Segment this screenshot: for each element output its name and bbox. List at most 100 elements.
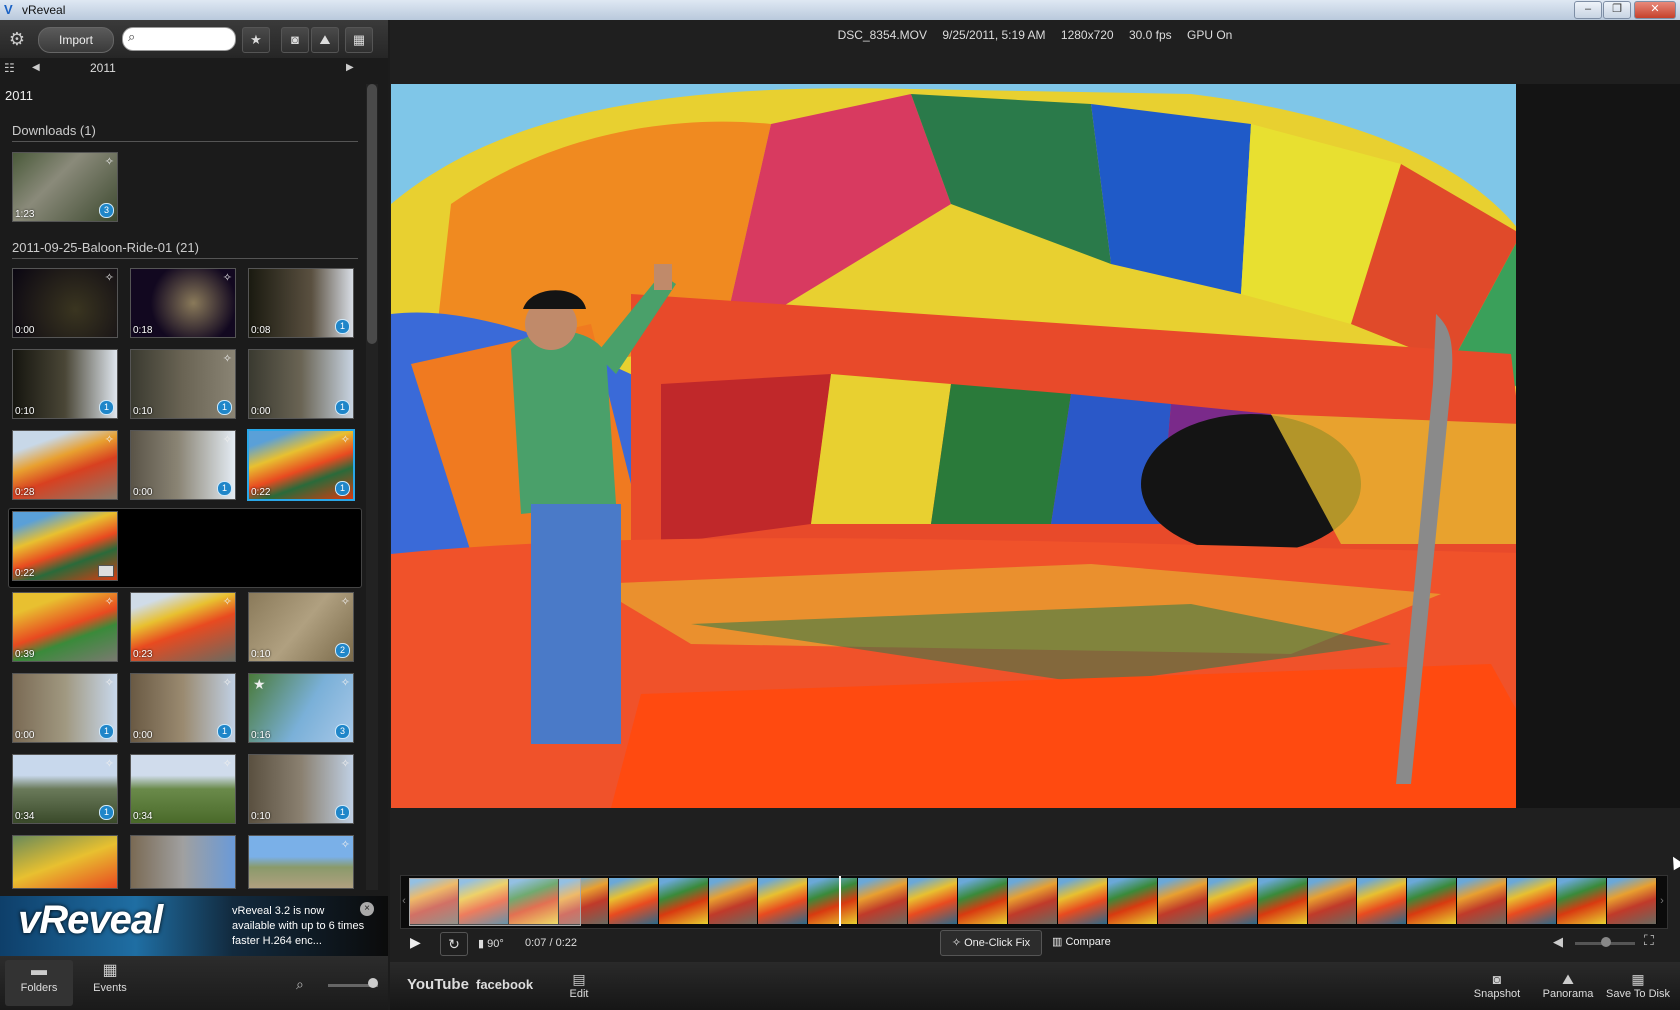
timeline-frame[interactable] <box>1457 878 1508 924</box>
timeline-selection[interactable] <box>409 878 581 926</box>
media-thumbnail[interactable] <box>130 835 236 889</box>
search-input[interactable] <box>146 29 234 49</box>
magic-wand-icon: ✧ <box>222 677 232 689</box>
clip-datetime: 9/25/2011, 5:19 AM <box>942 28 1046 42</box>
media-thumbnail[interactable]: ✧ 0:39 <box>12 592 118 662</box>
timeline-right-arrow[interactable]: › <box>1658 875 1666 927</box>
next-year-icon[interactable]: ▶ <box>346 62 354 73</box>
timeline-frame[interactable] <box>1057 878 1108 924</box>
media-thumbnail[interactable]: 0:22 <box>12 511 118 581</box>
volume-slider-handle[interactable] <box>1601 937 1611 947</box>
media-thumbnail[interactable]: ✧ 1:23 3 <box>12 152 118 222</box>
loop-button[interactable]: ↻ <box>440 932 468 956</box>
prev-year-icon[interactable]: ◀ <box>32 62 40 73</box>
folders-tab[interactable]: ▬ Folders <box>5 960 73 1006</box>
compare-button[interactable]: ▥ Compare <box>1052 930 1132 954</box>
timeline-frame[interactable] <box>758 878 809 924</box>
one-click-fix-button[interactable]: ✧ One-Click Fix <box>940 930 1042 956</box>
thumbnail-duration: 0:00 <box>133 730 153 741</box>
panorama-filter-button[interactable]: ⛰ <box>311 27 339 53</box>
save-to-disk-button[interactable]: ▦ Save To Disk <box>1606 970 1670 1000</box>
timeline-frame[interactable] <box>1257 878 1308 924</box>
timeline-frame[interactable] <box>658 878 709 924</box>
timeline-frame[interactable] <box>858 878 909 924</box>
timeline-frame[interactable] <box>1307 878 1358 924</box>
media-thumbnail[interactable]: ✧ <box>248 835 354 889</box>
media-thumbnail[interactable]: ✧ 0:00 <box>12 268 118 338</box>
timeline-frame[interactable] <box>808 878 859 924</box>
thumbnail-badge: 1 <box>335 805 350 820</box>
media-thumbnail[interactable]: ★ ✧ 0:16 3 <box>248 673 354 743</box>
media-thumbnail[interactable]: ✧ 0:00 1 <box>130 430 236 500</box>
timeline-frame[interactable] <box>1107 878 1158 924</box>
media-thumbnail[interactable]: ✧ 0:00 1 <box>12 673 118 743</box>
promo-text[interactable]: vReveal 3.2 is now available with up to … <box>232 904 370 949</box>
thumbnail-badge: 1 <box>217 724 232 739</box>
media-thumbnail[interactable]: ✧ 0:10 1 <box>248 754 354 824</box>
volume-icon[interactable]: ◀ <box>1553 934 1563 950</box>
library-scrollbar-thumb[interactable] <box>367 84 377 344</box>
media-thumbnail[interactable]: ✧ 0:00 1 <box>130 673 236 743</box>
media-thumbnail[interactable]: 0:10 1 <box>12 349 118 419</box>
media-thumbnail[interactable]: ✧ 0:10 2 <box>248 592 354 662</box>
thumbnail-duration: 0:34 <box>133 811 153 822</box>
maximize-button[interactable]: ❐ <box>1603 1 1631 19</box>
video-player[interactable] <box>391 84 1680 808</box>
edit-button[interactable]: ▤ Edit <box>547 970 611 1000</box>
timeline-frame[interactable] <box>1008 878 1058 924</box>
view-mode-icon[interactable]: ☷ <box>4 61 15 75</box>
panorama-icon: ⛰ <box>1562 971 1574 987</box>
timeline-left-arrow[interactable]: ‹ <box>400 875 408 927</box>
facebook-button[interactable]: facebook <box>476 977 533 992</box>
media-thumbnail[interactable]: ✧ 0:10 1 <box>130 349 236 419</box>
play-button[interactable]: ▶ <box>410 934 421 951</box>
panorama-button[interactable]: ⛰ Panorama <box>1536 970 1600 1000</box>
media-thumbnail[interactable]: ✧ 0:23 <box>130 592 236 662</box>
close-icon[interactable]: × <box>360 902 374 916</box>
timeline-frame[interactable] <box>1607 878 1657 924</box>
media-thumbnail[interactable]: ✧ 0:34 <box>130 754 236 824</box>
media-thumbnail[interactable]: ✧ 0:18 <box>130 268 236 338</box>
media-thumbnail[interactable]: 0:08 1 <box>248 268 354 338</box>
timeline-frame[interactable] <box>958 878 1009 924</box>
timeline-frame[interactable] <box>608 878 659 924</box>
rotate-button[interactable]: ▮ 90° <box>478 937 504 950</box>
thumbnail-badge: 1 <box>217 481 232 496</box>
group-title: Downloads (1) <box>12 123 96 138</box>
youtube-button[interactable]: YouTube <box>407 976 469 993</box>
magic-wand-icon: ✧ <box>104 758 114 770</box>
timeline-frame[interactable] <box>1407 878 1458 924</box>
photo-filter-button[interactable]: ◙ <box>281 27 309 53</box>
timeline-frame[interactable] <box>708 878 759 924</box>
group-title: 2011-09-25-Baloon-Ride-01 (21) <box>12 240 199 255</box>
fullscreen-icon[interactable]: ⛶ <box>1644 932 1654 949</box>
star-filter-button[interactable]: ★ <box>242 27 270 53</box>
gear-icon[interactable]: ⚙ <box>6 28 28 50</box>
timeline-frame[interactable] <box>1157 878 1208 924</box>
video-filter-button[interactable]: ▦ <box>345 27 373 53</box>
close-button[interactable]: ✕ <box>1634 1 1676 19</box>
media-thumbnail[interactable] <box>12 835 118 889</box>
media-thumbnail[interactable]: ✧ 0:28 <box>12 430 118 500</box>
playback-time: 0:07 / 0:22 <box>525 937 577 949</box>
import-button[interactable]: Import <box>38 27 114 53</box>
minimize-button[interactable]: – <box>1574 1 1602 19</box>
timeline-frame[interactable] <box>1507 878 1558 924</box>
media-thumbnail[interactable]: 0:00 1 <box>248 349 354 419</box>
magic-wand-icon: ✧ <box>104 677 114 689</box>
timeline-frame[interactable] <box>1207 878 1258 924</box>
events-tab[interactable]: ▦ Events <box>76 960 144 1006</box>
media-thumbnail[interactable]: ✧ 0:34 1 <box>12 754 118 824</box>
magic-wand-icon: ✧ <box>104 156 114 168</box>
timeline-frame[interactable] <box>1357 878 1408 924</box>
snapshot-button[interactable]: ◙ Snapshot <box>1465 970 1529 1000</box>
save-to-disk-label: Save To Disk <box>1606 988 1670 1000</box>
timeline-frame[interactable] <box>1557 878 1608 924</box>
thumbnail-size-slider-handle[interactable] <box>368 978 378 988</box>
edit-icon: ▤ <box>572 971 586 987</box>
playhead[interactable] <box>839 876 841 926</box>
media-thumbnail-selected[interactable]: ✧ 0:22 1 <box>247 429 355 501</box>
timeline-frame[interactable] <box>908 878 959 924</box>
thumbnail-zoom-icon: ⌕ <box>296 976 304 992</box>
thumbnail-duration: 0:34 <box>15 811 35 822</box>
